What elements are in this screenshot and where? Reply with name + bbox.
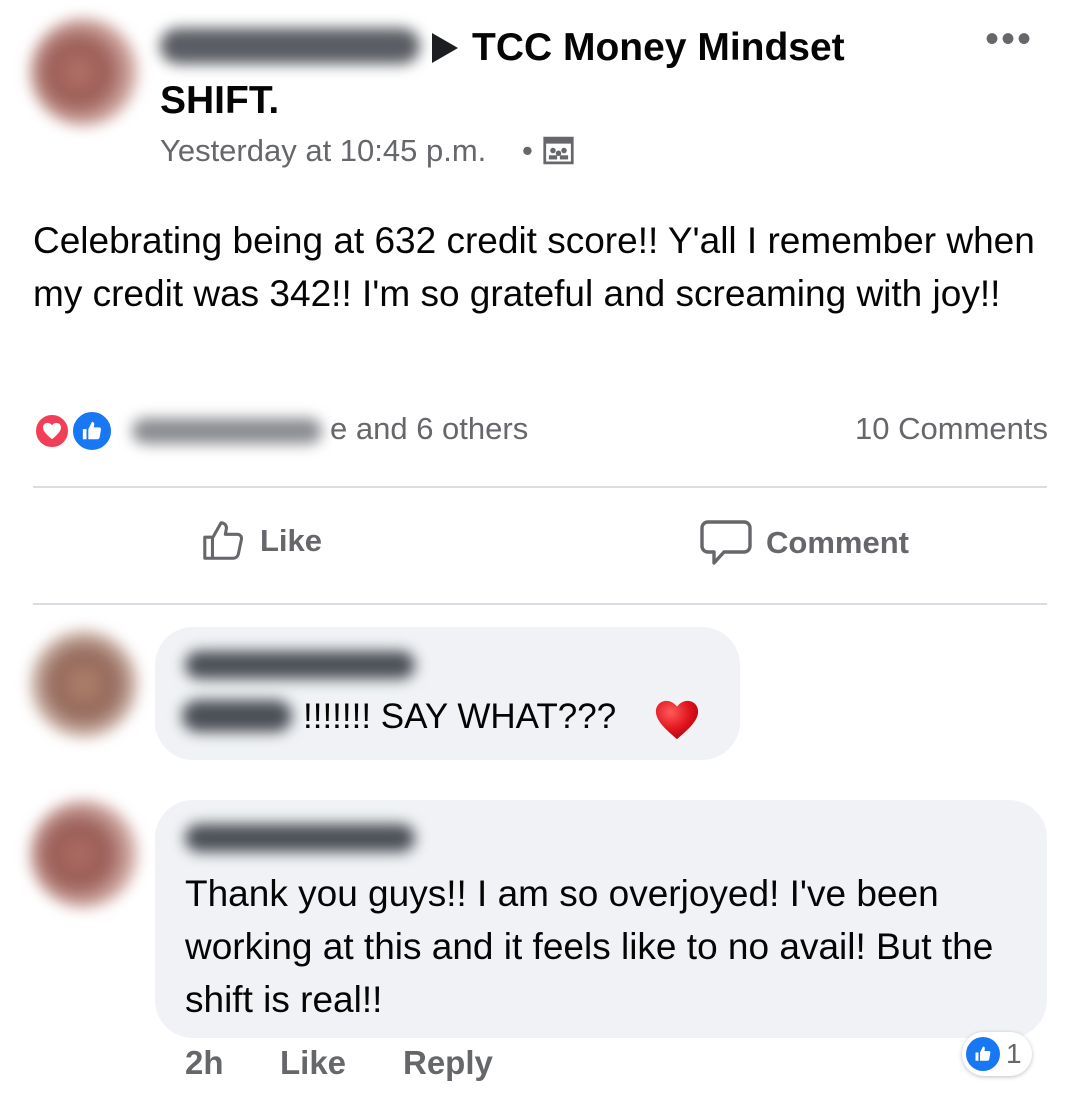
- poster-name-redacted[interactable]: [160, 28, 420, 64]
- commenter-name-redacted[interactable]: [185, 824, 415, 852]
- comment-button[interactable]: Comment: [700, 518, 909, 568]
- like-button[interactable]: Like: [200, 518, 322, 564]
- comment-button-label: Comment: [766, 525, 909, 560]
- commenter-avatar[interactable]: [30, 630, 138, 738]
- love-reaction-icon[interactable]: [33, 412, 71, 450]
- like-button-label: Like: [260, 523, 323, 558]
- comment-reaction-count: 1: [1006, 1038, 1022, 1069]
- comment-like-button[interactable]: Like: [280, 1044, 346, 1082]
- group-audience-icon: [543, 136, 574, 165]
- commenter-avatar[interactable]: [30, 800, 138, 908]
- comments-count-link[interactable]: 10 Comments: [855, 411, 1048, 447]
- reactor-name-redacted[interactable]: [132, 418, 322, 444]
- more-options-icon[interactable]: •••: [985, 19, 1033, 59]
- like-reaction-icon: [966, 1037, 1000, 1071]
- poster-avatar[interactable]: [30, 18, 138, 126]
- red-heart-icon: [655, 700, 699, 740]
- comment-timestamp[interactable]: 2h: [185, 1044, 224, 1082]
- group-name[interactable]: TCC Money Mindset: [472, 26, 845, 70]
- divider: [33, 486, 1047, 488]
- post-body-text: Celebrating being at 632 credit score!! …: [33, 220, 1035, 314]
- comment-reply-button[interactable]: Reply: [403, 1044, 493, 1082]
- like-reaction-icon[interactable]: [70, 409, 114, 453]
- shared-to-arrow-icon: [432, 33, 458, 63]
- comment-reaction-badge[interactable]: 1: [962, 1032, 1032, 1076]
- post-timestamp[interactable]: Yesterday at 10:45 p.m.: [160, 133, 486, 169]
- group-name-continued[interactable]: SHIFT.: [160, 79, 279, 123]
- comment-text: !!!!!!! SAY WHAT???: [303, 697, 617, 736]
- comment-bubble: [155, 627, 740, 760]
- divider: [33, 603, 1047, 605]
- reaction-summary[interactable]: e and 6 others: [330, 411, 528, 447]
- thumbs-up-icon: [203, 521, 244, 560]
- comment-bubble-icon: [700, 520, 752, 565]
- mention-redacted[interactable]: [182, 700, 292, 732]
- commenter-name-redacted[interactable]: [185, 651, 415, 679]
- meta-separator: •: [522, 133, 533, 168]
- comment-text: Thank you guys!! I am so overjoyed! I've…: [185, 873, 994, 1020]
